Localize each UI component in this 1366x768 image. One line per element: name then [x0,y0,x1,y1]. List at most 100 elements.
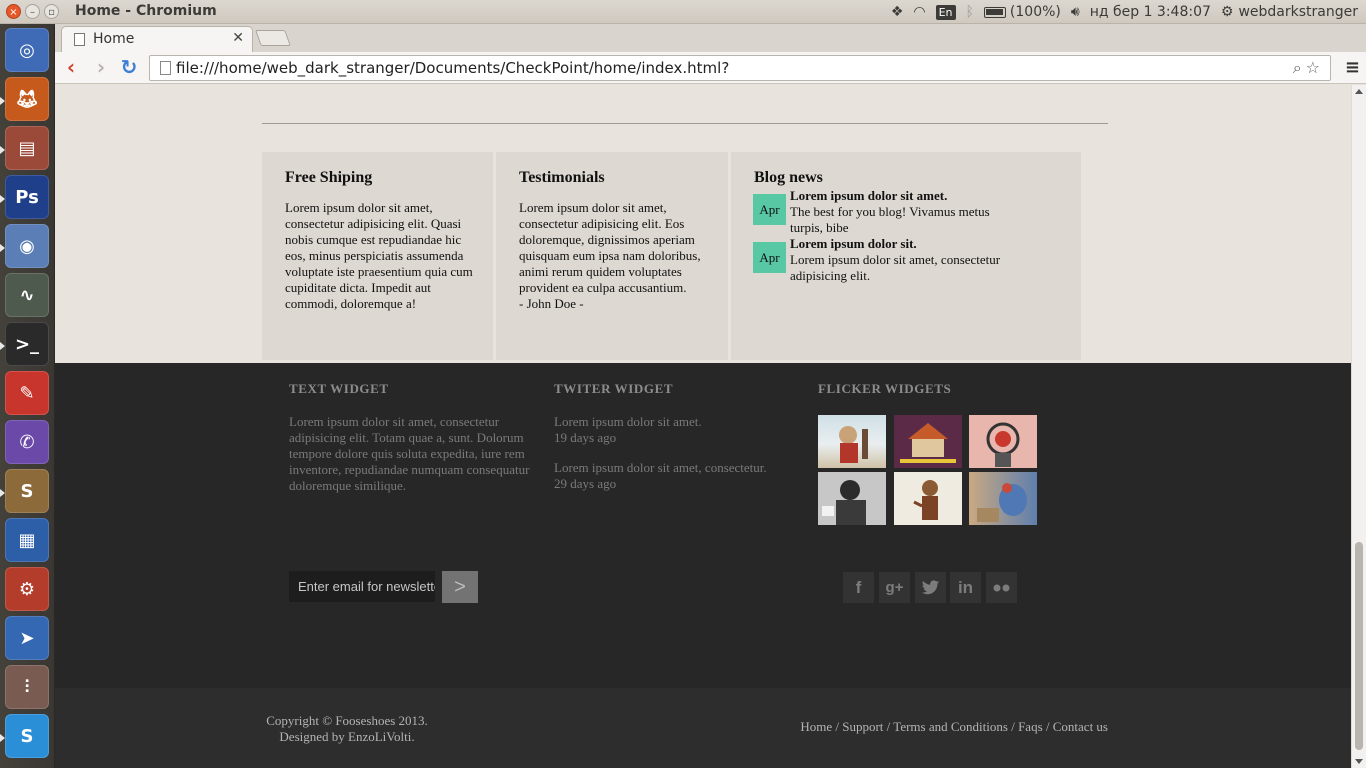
designed-by-text: Designed by EnzoLiVolti. [279,729,415,744]
viber-icon[interactable]: ✆ [5,420,49,464]
search-icon[interactable]: ⌕ [1293,58,1306,77]
scroll-down-arrow-icon[interactable] [1355,759,1363,764]
system-settings-icon[interactable]: ⚙ [5,567,49,611]
footer-link-support[interactable]: Support [842,719,883,734]
url-text[interactable]: file:///home/web_dark_stranger/Documents… [176,59,729,77]
close-tab-icon[interactable]: ✕ [232,30,244,46]
page-icon [74,33,85,46]
google-plus-icon[interactable]: g+ [879,572,910,603]
news-text: The best for you blog! Vivamus metus tur… [790,204,990,235]
newsletter-submit-button[interactable]: > [442,571,478,603]
omnibox-actions: ⌕☆ [1293,58,1324,78]
scroll-thumb[interactable] [1355,542,1363,750]
system-monitor-icon[interactable]: ∿ [5,273,49,317]
news-date-badge: Apr [753,242,786,273]
forward-button[interactable]: › [89,56,113,80]
minimize-window-button[interactable]: – [25,4,40,19]
facebook-icon[interactable]: f [843,572,874,603]
terminal-icon[interactable]: >_ [5,322,49,366]
flickr-icon[interactable] [986,572,1017,603]
flickr-thumbnail[interactable] [818,472,886,525]
copyright: Copyright © Fooseshoes 2013. Designed by… [262,713,432,745]
app-icon[interactable]: ➤ [5,616,49,660]
tab-home[interactable]: Home ✕ [61,26,253,52]
browser-toolbar: ‹ › ↻ file:///home/web_dark_stranger/Doc… [55,52,1366,84]
footer-links: Home / Support / Terms and Conditions / … [800,719,1108,734]
launcher: ◎ 🦊︎ ▤ Ps ◉ ∿ >_ ✎ ✆ S ▦ ⚙ ➤ ⫶ S [0,24,55,768]
news-body: Lorem ipsum dolor sit. Lorem ipsum dolor… [790,236,1015,284]
testimonial-author: - John Doe - [519,296,584,311]
window-title: Home - Chromium [75,3,217,19]
page-icon [160,61,171,75]
footer-link-home[interactable]: Home [800,719,832,734]
testimonial-quote: Lorem ipsum dolor sit amet, consectetur … [519,200,701,295]
top-panel: × – ▫ Home - Chromium ❖ ◠ En ᛒ (100%) 🔊︎… [0,0,1366,24]
volume-icon[interactable]: 🔊︎ [1071,4,1080,20]
back-button[interactable]: ‹ [59,56,83,80]
reload-button[interactable]: ↻ [117,56,141,80]
bookmark-star-icon[interactable]: ☆ [1306,58,1324,77]
files-icon[interactable]: ▤ [5,126,49,170]
footer-link-terms[interactable]: Terms and Conditions [893,719,1008,734]
testimonials-title: Testimonials [519,169,605,186]
footer-link-contact[interactable]: Contact us [1053,719,1108,734]
flickr-thumbnail[interactable] [969,472,1037,525]
news-date-badge: Apr [753,194,786,225]
maximize-window-button[interactable]: ▫ [44,4,59,19]
clock[interactable]: нд бер 1 3:48:07 [1090,4,1211,20]
free-shipping-title: Free Shiping [285,169,373,186]
close-window-button[interactable]: × [6,4,21,19]
flickr-thumbnail[interactable] [894,415,962,468]
scroll-up-arrow-icon[interactable] [1355,89,1363,94]
ubuntu-dash-icon[interactable]: ◎ [5,28,49,72]
flickr-thumbnail[interactable] [894,472,962,525]
footer-link-faqs[interactable]: Faqs [1018,719,1043,734]
photoshop-icon[interactable]: Ps [5,175,49,219]
page-scrollbar[interactable] [1351,85,1366,768]
battery-indicator[interactable]: (100%) [983,4,1061,20]
text-widget-title: TEXT WIDGET [289,381,389,396]
skype-icon[interactable]: S [5,714,49,758]
tweet-text: Lorem ipsum dolor sit amet. [554,414,702,429]
power-gear-icon: ⚙ [1220,4,1234,20]
battery-icon [983,6,1006,18]
news-body: Lorem ipsum dolor sit amet. The best for… [790,188,1015,236]
battery-percent: (100%) [1009,4,1061,20]
footer-widgets: TEXT WIDGET Lorem ipsum dolor sit amet, … [55,363,1351,688]
section-divider [262,123,1108,124]
tweet-time: 29 days ago [554,476,617,491]
new-tab-button[interactable] [255,30,291,46]
tweet-text: Lorem ipsum dolor sit amet, consectetur. [554,460,767,475]
tweet[interactable]: Lorem ipsum dolor sit amet. 19 days ago [554,414,804,446]
sublime-text-icon[interactable]: S [5,469,49,513]
text-editor-icon[interactable]: ✎ [5,371,49,415]
testimonials-box: Testimonials Lorem ipsum dolor sit amet,… [496,152,728,360]
twitter-widget-title: TWITER WIDGET [554,381,674,396]
chromium-icon[interactable]: ◉ [5,224,49,268]
wifi-icon[interactable]: ◠ [913,4,925,20]
page-viewport: Free Shiping Lorem ipsum dolor sit amet,… [55,85,1351,768]
address-bar[interactable]: file:///home/web_dark_stranger/Documents… [149,55,1331,81]
newsletter-email-input[interactable] [289,571,435,602]
flickr-gallery [818,415,1038,525]
linkedin-icon[interactable]: in [950,572,981,603]
blog-news-title: Blog news [754,169,823,186]
browser-window: Home ✕ ‹ › ↻ file:///home/web_dark_stran… [55,24,1366,768]
footer-bottom: Copyright © Fooseshoes 2013. Designed by… [55,688,1351,768]
twitter-icon[interactable] [915,572,946,603]
firefox-icon[interactable]: 🦊︎ [5,77,49,121]
libreoffice-writer-icon[interactable]: ▦ [5,518,49,562]
flickr-thumbnail[interactable] [818,415,886,468]
news-text: Lorem ipsum dolor sit amet, consectetur … [790,252,1001,283]
bluetooth-icon[interactable]: ᛒ [966,4,974,20]
copyright-text: Copyright © Fooseshoes 2013. [266,713,428,728]
keyboard-layout-indicator[interactable]: En [935,4,956,20]
mixer-icon[interactable]: ⫶ [5,665,49,709]
browser-menu-button[interactable]: ≡ [1345,57,1360,78]
user-menu[interactable]: ⚙ webdarkstranger [1221,4,1358,20]
news-title[interactable]: Lorem ipsum dolor sit. [790,236,1015,252]
flickr-thumbnail[interactable] [969,415,1037,468]
news-title[interactable]: Lorem ipsum dolor sit amet. [790,188,1015,204]
dropbox-icon[interactable]: ❖ [891,4,904,20]
tweet[interactable]: Lorem ipsum dolor sit amet, consectetur.… [554,460,804,492]
